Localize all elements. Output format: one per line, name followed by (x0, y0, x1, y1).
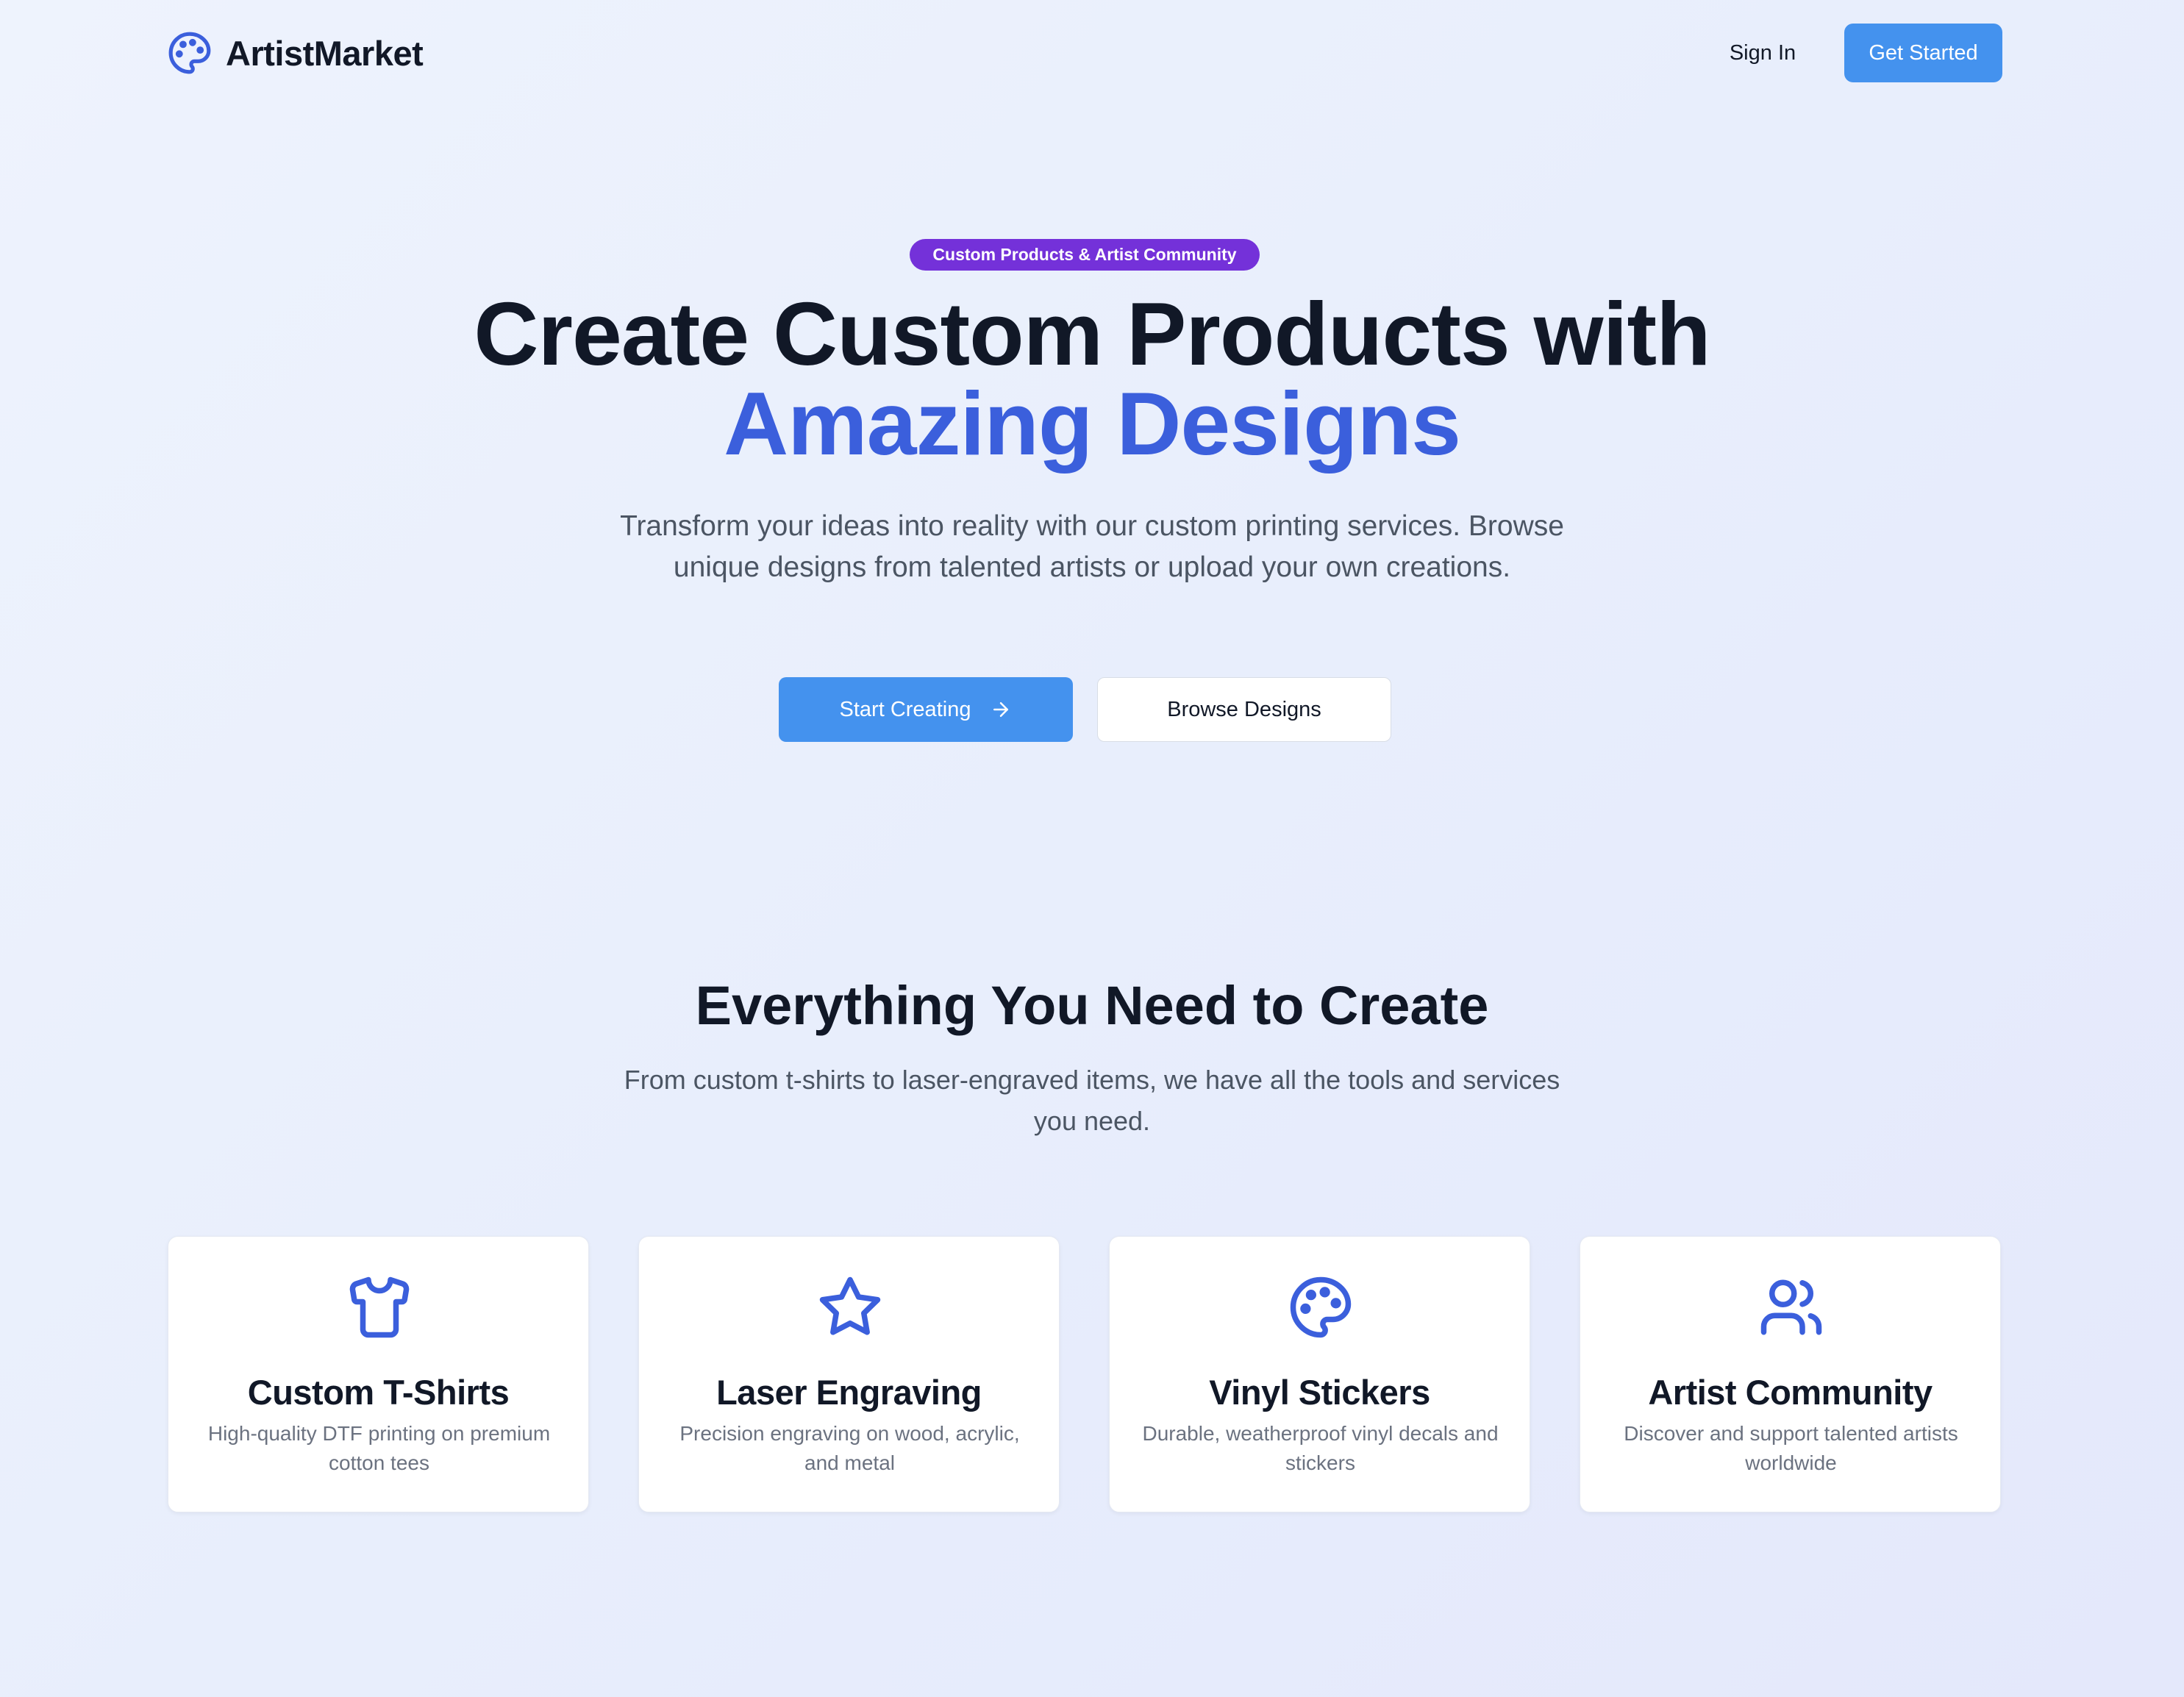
start-creating-button[interactable]: Start Creating (779, 677, 1073, 742)
arrow-right-icon (993, 702, 1009, 717)
hero-title-line-1: Create Custom Products with (474, 284, 1710, 384)
palette-icon (168, 32, 211, 74)
start-creating-label: Start Creating (839, 697, 971, 721)
palette-icon (1290, 1276, 1352, 1338)
feature-description: Durable, weatherproof vinyl decals and s… (1142, 1422, 1499, 1474)
feature-description: Precision engraving on wood, acrylic, an… (679, 1422, 1020, 1474)
feature-card-artist-community[interactable]: Artist Community Discover and support ta… (1580, 1236, 2001, 1512)
feature-description: High-quality DTF printing on premium cot… (207, 1422, 551, 1474)
brand-logo[interactable]: ArtistMarket (167, 28, 424, 78)
feature-description: Discover and support talented artists wo… (1624, 1422, 1958, 1474)
hero-subtitle: Transform your ideas into reality with o… (620, 510, 1564, 583)
t-shirt-icon (349, 1276, 410, 1338)
sign-in-link[interactable]: Sign In (1706, 24, 1819, 82)
feature-title: Laser Engraving (716, 1373, 982, 1412)
star-icon (819, 1276, 881, 1335)
hero-title-highlight: Amazing Designs (724, 374, 1461, 474)
hero-title: Create Custom Products with Amazing Desi… (0, 289, 2184, 468)
feature-card-custom-t-shirts[interactable]: Custom T-Shirts High-quality DTF printin… (168, 1236, 589, 1512)
site-header: ArtistMarket Sign In Get Started (0, 0, 2184, 106)
brand-name: ArtistMarket (226, 33, 424, 73)
features-title: Everything You Need to Create (695, 975, 1489, 1036)
feature-title: Vinyl Stickers (1209, 1373, 1430, 1412)
feature-card-vinyl-stickers[interactable]: Vinyl Stickers Durable, weatherproof vin… (1109, 1236, 1530, 1512)
hero-badge: Custom Products & Artist Community (910, 239, 1260, 271)
feature-title: Artist Community (1648, 1373, 1933, 1412)
feature-title: Custom T-Shirts (247, 1373, 510, 1412)
users-icon (1760, 1279, 1822, 1335)
feature-card-laser-engraving[interactable]: Laser Engraving Precision engraving on w… (638, 1236, 1060, 1512)
get-started-button[interactable]: Get Started (1844, 24, 2002, 82)
features-subtitle: From custom t-shirts to laser-engraved i… (624, 1065, 1560, 1136)
browse-designs-button[interactable]: Browse Designs (1097, 677, 1391, 742)
